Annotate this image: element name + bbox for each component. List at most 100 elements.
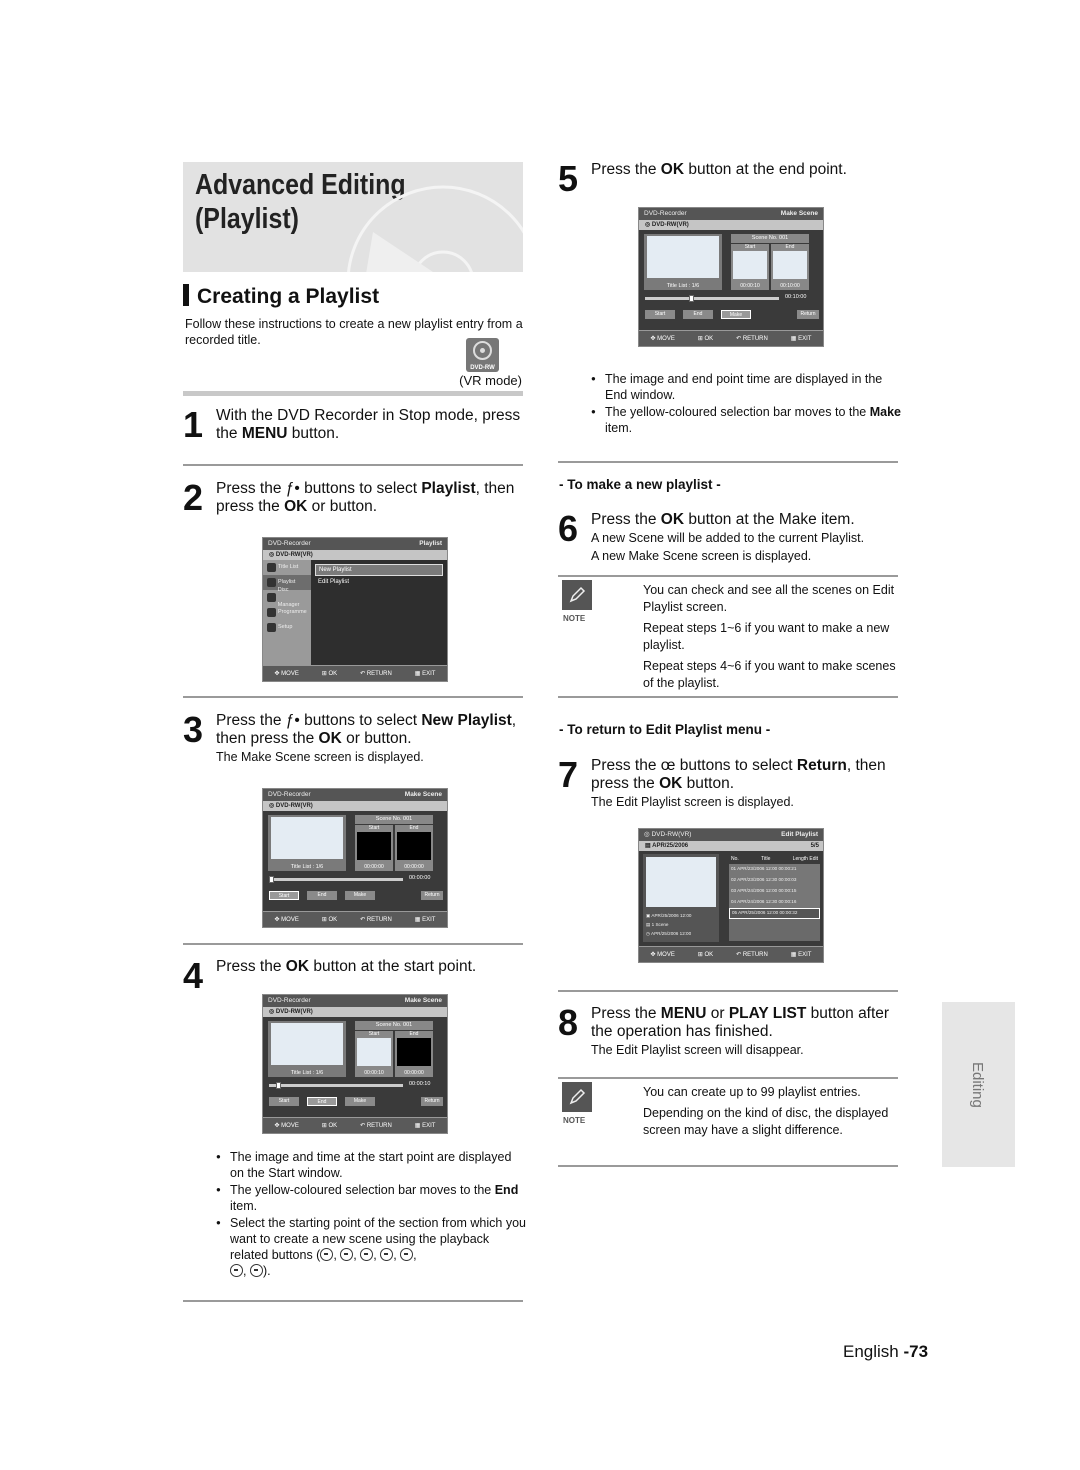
osd-side-item[interactable]: Programme xyxy=(263,605,311,620)
divider xyxy=(183,943,523,945)
subhead-new-playlist: - To make a new playlist - xyxy=(559,477,721,492)
osd-footer: ✥ MOVE ⊞ OK ↶ RETURN ▦ EXIT xyxy=(263,911,447,927)
ok-hint: ⊞ OK xyxy=(321,671,338,677)
return-hint: ↶ RETURN xyxy=(360,1123,392,1129)
return-hint: ↶ RETURN xyxy=(360,917,392,923)
divider xyxy=(558,1077,898,1079)
divider xyxy=(183,696,523,698)
bullet: The image and end point time are display… xyxy=(591,371,901,403)
vr-mode-label: (VR mode) xyxy=(459,373,522,388)
start-window: Start 00:00:10 xyxy=(355,1031,393,1077)
progress-track[interactable] xyxy=(645,295,779,302)
subhead-return-menu: - To return to Edit Playlist menu - xyxy=(559,722,771,737)
osd-side-item[interactable]: Title List xyxy=(263,560,311,575)
end-window: End 00:10:00 xyxy=(771,244,809,290)
programme-icon xyxy=(267,608,276,617)
table-row[interactable]: 04 APR/24/2006 12:30 00:00:16 xyxy=(729,897,820,908)
track-time: 00:00:00 xyxy=(409,875,431,881)
track-time: 00:00:10 xyxy=(409,1081,431,1087)
step-8: 8 Press the MENU or PLAY LIST button aft… xyxy=(558,1002,890,1058)
start-window: Start 00:00:00 xyxy=(355,825,393,871)
chapter-title-banner: Advanced Editing (Playlist) xyxy=(183,162,523,272)
table-row[interactable]: 02 APR/23/2006 12:30 00:00:03 xyxy=(729,875,820,886)
osd-btn-make[interactable]: Make xyxy=(721,310,751,319)
title-bar-marker xyxy=(183,284,189,306)
osd-btn-end[interactable]: End xyxy=(683,310,713,319)
chapter-side-tab: Editing xyxy=(942,1002,1015,1167)
osd-footer: ✥ MOVE ⊞ OK ↶ RETURN ▦ EXIT xyxy=(263,1117,447,1133)
osd-btn-return[interactable]: Return xyxy=(421,891,443,900)
osd-btn-make[interactable]: Make xyxy=(345,891,375,900)
return-hint: ↶ RETURN xyxy=(736,336,768,342)
step-4: 4 Press the OK button at the start point… xyxy=(183,955,477,996)
section-title: Creating a Playlist xyxy=(183,284,379,309)
progress-track[interactable] xyxy=(269,1082,403,1089)
bullet: The image and time at the start point ar… xyxy=(216,1149,526,1181)
divider xyxy=(183,1300,523,1302)
table-row[interactable]: 01 APR/23/2006 12:00 00:00:21 xyxy=(729,864,820,875)
ok-hint: ⊞ OK xyxy=(321,1123,338,1129)
page-number: English -73 xyxy=(843,1342,929,1361)
osd-btn-return[interactable]: Return xyxy=(797,310,819,319)
osd-btn-start[interactable]: Start xyxy=(269,891,299,900)
divider xyxy=(558,1165,898,1167)
table-row-empty xyxy=(729,919,820,930)
preview-thumbnail xyxy=(646,857,716,907)
skip-back-icon xyxy=(320,1248,334,1261)
osd-footer: ✥ MOVE ⊞ OK ↶ RETURN ▦ EXIT xyxy=(639,946,823,962)
playlist-table: No. Title Length Edit 01 APR/23/2006 12:00… xyxy=(729,854,820,941)
ok-hint: ⊞ OK xyxy=(321,917,338,923)
setup-gear-icon xyxy=(267,623,276,632)
progress-knob[interactable] xyxy=(269,876,274,883)
table-row[interactable]: 03 APR/24/2006 12:00 00:00:15 xyxy=(729,886,820,897)
step-3: 3 Press the ƒ• buttons to select New Pla… xyxy=(183,709,517,765)
osd-btn-return[interactable]: Return xyxy=(421,1097,443,1106)
progress-knob[interactable] xyxy=(276,1082,281,1089)
disc-manager-icon xyxy=(267,593,276,602)
osd-btn-start[interactable]: Start xyxy=(269,1097,299,1106)
osd-btn-make[interactable]: Make xyxy=(345,1097,375,1106)
dvd-rw-badge-icon: DVD-RW xyxy=(466,338,499,372)
progress-track[interactable] xyxy=(269,876,403,883)
osd-side-item[interactable]: Disc Manager xyxy=(263,587,311,608)
note-box: NOTE You can create up to 99 playlist en… xyxy=(558,1080,898,1162)
divider xyxy=(183,464,523,466)
osd-btn-end[interactable]: End xyxy=(307,891,337,900)
step-7: 7 Press the œ buttons to select Return, … xyxy=(558,754,886,810)
return-hint: ↶ RETURN xyxy=(360,671,392,677)
osd-menu-screen: DVD-Recorder Playlist ◎ DVD-RW(VR) Title … xyxy=(262,537,448,682)
bullet: The yellow-coloured selection bar moves … xyxy=(591,404,901,436)
osd-side-item[interactable]: Setup xyxy=(263,620,311,635)
osd-item-new-playlist[interactable]: New Playlist xyxy=(315,564,443,576)
step-1: 1 With the DVD Recorder in Stop mode, pr… xyxy=(183,404,521,445)
exit-hint: ▦ EXIT xyxy=(414,671,436,677)
step-2: 2 Press the ƒ• buttons to select Playlis… xyxy=(183,477,515,518)
progress-knob[interactable] xyxy=(689,295,694,302)
osd-btn-end[interactable]: End xyxy=(307,1097,337,1106)
step-icon xyxy=(400,1248,414,1261)
start-window: Start 00:00:10 xyxy=(731,244,769,290)
exit-hint: ▦ EXIT xyxy=(414,917,436,923)
title-list-icon xyxy=(267,563,276,572)
pencil-note-icon xyxy=(562,580,592,610)
playlist-icon xyxy=(267,578,276,587)
preview-window: Title List : 1/6 xyxy=(268,1021,346,1077)
osd-btn-start[interactable]: Start xyxy=(645,310,675,319)
osd-edit-playlist-screen: ◎ DVD-RW(VR) Edit Playlist ▤ APR/25/2006 5… xyxy=(638,828,824,963)
skip-forward-icon xyxy=(380,1248,394,1261)
preview-window: Title List : 1/6 xyxy=(644,234,722,290)
scene-number: Scene No. 001 xyxy=(355,1021,433,1030)
bullet: The yellow-coloured selection bar moves … xyxy=(216,1182,526,1214)
table-row[interactable]: 05 APR/25/2006 12:00 00:00:32 xyxy=(729,908,820,919)
rewind-icon xyxy=(340,1248,354,1261)
divider xyxy=(558,990,898,992)
divider xyxy=(558,461,898,463)
osd-item-edit-playlist[interactable]: Edit Playlist xyxy=(315,576,443,588)
osd-make-scene-screen: DVD-Recorder Make Scene ◎ DVD-RW(VR) Titl… xyxy=(638,207,824,347)
osd-footer: ✥ MOVE ⊞ OK ↶ RETURN ▦ EXIT xyxy=(639,330,823,346)
divider xyxy=(558,696,898,698)
step-5: 5 Press the OK button at the end point. xyxy=(558,158,847,199)
end-window: End 00:00:00 xyxy=(395,1031,433,1077)
track-time: 00:10:00 xyxy=(785,294,807,300)
slow-back-icon xyxy=(230,1264,243,1277)
